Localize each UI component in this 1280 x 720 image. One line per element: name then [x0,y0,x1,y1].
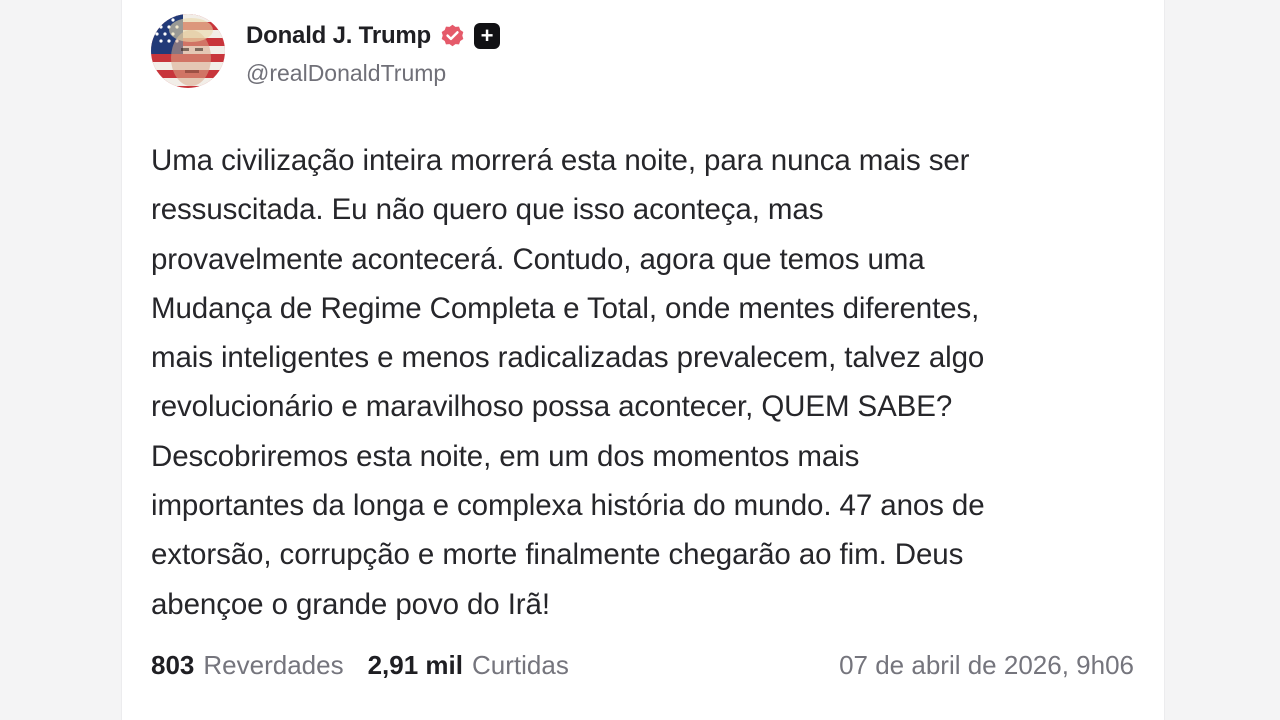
likes-count[interactable]: 2,91 mil [368,650,463,681]
post-timestamp[interactable]: 07 de abril de 2026, 9h06 [839,648,1134,682]
plus-badge-icon: + [474,23,501,49]
reposts-label[interactable]: Reverdades [203,650,343,681]
reposts-count[interactable]: 803 [151,650,194,681]
verified-badge-icon [441,24,464,46]
author-row: Donald J. Trump + [246,20,501,52]
author-handle[interactable]: @realDonaldTrump [246,60,446,87]
likes-label[interactable]: Curtidas [472,650,569,681]
post-stats: 803 Reverdades 2,91 mil Curtidas [151,648,569,682]
author-display-name[interactable]: Donald J. Trump [246,22,431,50]
page-background: Donald J. Trump + @realDonaldTrump Uma c… [0,0,1280,720]
avatar-image [151,14,225,88]
avatar[interactable] [151,14,225,88]
post-card: Donald J. Trump + @realDonaldTrump Uma c… [121,0,1165,720]
post-text: Uma civilização inteira morrerá esta noi… [151,144,985,621]
